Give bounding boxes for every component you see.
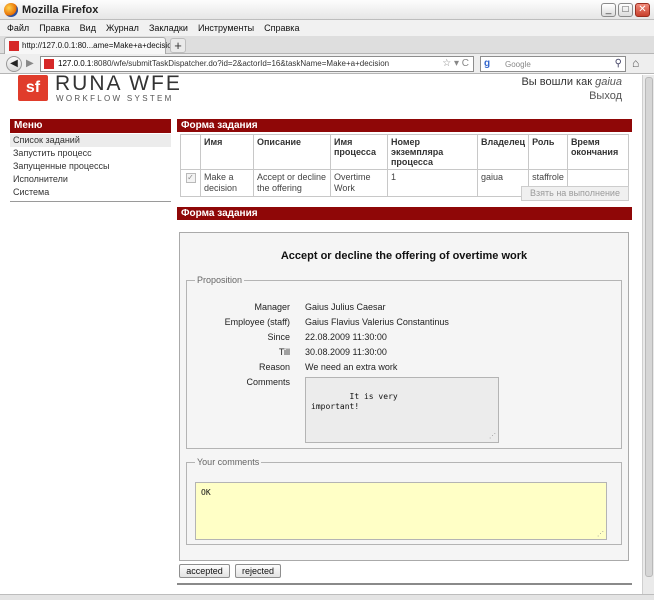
cell-instance: 1	[387, 169, 478, 197]
comments-textarea: It is very important! ⋰	[305, 377, 499, 443]
tasks-section-title: Форма задания	[177, 119, 632, 132]
maximize-button[interactable]: □	[618, 3, 633, 17]
tab-label: http://127.0.0.1:80...ame=Make+a+decisio…	[22, 41, 177, 50]
column-header-name[interactable]: Имя	[200, 134, 254, 170]
employee-label: Employee (staff)	[224, 317, 290, 327]
window-titlebar: Mozilla Firefox _ □ ✕	[0, 0, 654, 20]
manager-value: Gaius Julius Caesar	[305, 302, 386, 312]
cell-description: Accept or decline the offering	[253, 169, 331, 197]
column-header-select	[180, 134, 201, 170]
column-header-instance[interactable]: Номер экземпляра процесса	[387, 134, 478, 170]
search-icon[interactable]: ⚲	[615, 58, 622, 69]
sidebar-item-running-processes[interactable]: Запущенные процессы	[10, 160, 171, 173]
resize-grip-icon[interactable]: ⋰	[597, 530, 604, 538]
menu-file[interactable]: Файл	[7, 20, 29, 36]
sidebar-item-start-process[interactable]: Запустить процесс	[10, 147, 171, 160]
row-select-cell[interactable]: ✓	[180, 169, 201, 197]
firefox-icon	[4, 3, 18, 17]
table-header-row: Имя Описание Имя процесса Номер экземпля…	[180, 134, 630, 170]
column-header-owner[interactable]: Владелец	[476, 134, 530, 170]
column-header-role[interactable]: Роль	[528, 134, 568, 170]
home-icon[interactable]: ⌂	[632, 56, 639, 70]
since-label: Since	[267, 332, 290, 342]
forward-button[interactable]: ▶	[26, 58, 34, 69]
sidebar-item-executors[interactable]: Исполнители	[10, 173, 171, 186]
page-content: sf RUNA WFE WORKFLOW SYSTEM Вы вошли как…	[0, 75, 642, 594]
logo-name: RUNA WFE	[55, 75, 182, 95]
till-label: Till	[278, 347, 290, 357]
address-bar[interactable]: 127.0.0.1:8080/wfe/submitTaskDispatcher.…	[40, 56, 474, 72]
tab-bar: http://127.0.0.1:80...ame=Make+a+decisio…	[0, 36, 654, 54]
status-bar	[0, 594, 654, 600]
column-header-description[interactable]: Описание	[253, 134, 331, 170]
rejected-button[interactable]: rejected	[235, 564, 281, 578]
bottom-divider	[177, 583, 632, 585]
back-button[interactable]: ◀	[6, 56, 22, 72]
close-window-button[interactable]: ✕	[635, 3, 650, 17]
menu-bar: Файл Правка Вид Журнал Закладки Инструме…	[0, 20, 654, 36]
menu-history[interactable]: Журнал	[106, 20, 139, 36]
search-bar[interactable]: g Google ⚲	[480, 56, 626, 72]
scrollbar-thumb[interactable]	[645, 77, 653, 577]
form-section-title: Форма задания	[177, 207, 632, 220]
column-header-end-time[interactable]: Время окончания	[566, 134, 630, 170]
logged-in-label: Вы вошли как gaiua	[521, 76, 622, 88]
search-input[interactable]: Google	[505, 60, 531, 69]
proposition-legend: Proposition	[197, 275, 243, 285]
task-form: Accept or decline the offering of overti…	[179, 232, 629, 561]
since-value: 22.08.2009 11:30:00	[305, 332, 387, 342]
logo-subtitle: WORKFLOW SYSTEM	[56, 94, 174, 103]
cell-process: Overtime Work	[330, 169, 388, 197]
reason-value: We need an extra work	[305, 362, 398, 372]
sidebar-item-task-list[interactable]: Список заданий	[10, 134, 171, 147]
window-title: Mozilla Firefox	[22, 4, 99, 16]
sidebar-divider	[10, 201, 171, 202]
cell-name[interactable]: Make a decision	[200, 169, 254, 197]
menu-help[interactable]: Справка	[264, 20, 299, 36]
till-value: 30.08.2009 11:30:00	[305, 347, 387, 357]
runa-favicon-icon	[9, 41, 19, 51]
menu-tools[interactable]: Инструменты	[198, 20, 254, 36]
bookmark-star-icon[interactable]: ☆ ▾ C	[442, 58, 469, 69]
logo-mark: sf	[18, 75, 48, 101]
tab-current[interactable]: http://127.0.0.1:80...ame=Make+a+decisio…	[4, 37, 176, 54]
comments-label: Comments	[246, 377, 290, 387]
form-heading: Accept or decline the offering of overti…	[280, 250, 528, 262]
menu-view[interactable]: Вид	[80, 20, 96, 36]
row-checkbox[interactable]: ✓	[185, 173, 196, 183]
minimize-button[interactable]: _	[601, 3, 616, 17]
address-url: 127.0.0.1:8080/wfe/submitTaskDispatcher.…	[58, 59, 390, 68]
navigation-bar: ◀ ▶ 127.0.0.1:8080/wfe/submitTaskDispatc…	[0, 54, 654, 74]
menu-bookmarks[interactable]: Закладки	[149, 20, 188, 36]
vertical-scrollbar[interactable]	[642, 75, 654, 594]
sidebar-item-system[interactable]: Система	[10, 186, 171, 199]
new-tab-button[interactable]: +	[170, 38, 186, 53]
logout-link[interactable]: Выход	[589, 90, 622, 102]
resize-grip-icon[interactable]: ⋰	[489, 431, 496, 441]
take-task-button[interactable]: Взять на выполнение	[521, 186, 629, 201]
your-comments-fieldset: Your comments OK ⋰	[186, 457, 622, 545]
google-icon[interactable]: g	[484, 58, 490, 69]
menu-edit[interactable]: Правка	[39, 20, 69, 36]
your-comments-legend: Your comments	[197, 457, 260, 467]
your-comments-input[interactable]: OK ⋰	[195, 482, 607, 540]
employee-value: Gaius Flavius Valerius Constantinus	[305, 317, 449, 327]
site-icon	[44, 59, 54, 69]
your-comments-text[interactable]: OK	[201, 488, 211, 497]
sidebar-menu: Список заданий Запустить процесс Запущен…	[10, 134, 171, 199]
comments-text: It is very important!	[311, 392, 398, 411]
sidebar-title: Меню	[10, 119, 171, 133]
user-name: gaiua	[595, 76, 622, 88]
proposition-fieldset: Proposition Manager Gaius Julius Caesar …	[186, 275, 622, 449]
accepted-button[interactable]: accepted	[179, 564, 230, 578]
column-header-process[interactable]: Имя процесса	[330, 134, 388, 170]
reason-label: Reason	[258, 362, 290, 372]
manager-label: Manager	[254, 302, 290, 312]
